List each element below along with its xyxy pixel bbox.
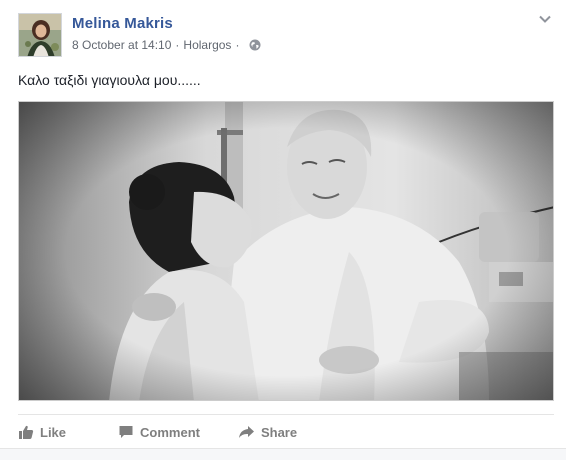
post-location[interactable]: Holargos <box>183 38 231 52</box>
post-timestamp[interactable]: 8 October at 14:10 <box>72 38 171 52</box>
share-icon <box>238 426 254 438</box>
globe-icon[interactable] <box>249 39 261 51</box>
photo-image <box>19 102 553 400</box>
post-card: Melina Makris 8 October at 14:10 · Holar… <box>0 0 566 460</box>
like-label: Like <box>40 424 67 440</box>
author-name-link[interactable]: Melina Makris <box>72 15 173 32</box>
post-meta: 8 October at 14:10 · Holargos · <box>72 38 261 52</box>
post-photo[interactable] <box>18 101 554 401</box>
meta-separator: · <box>175 38 180 52</box>
like-button[interactable]: Like <box>18 424 66 440</box>
comment-button[interactable]: Comment <box>118 424 200 440</box>
thumbs-up-icon <box>19 425 34 439</box>
actions-divider <box>18 414 554 415</box>
share-button[interactable]: Share <box>238 424 297 440</box>
post-caption: Καλο ταξιδι γιαγιουλα μου...... <box>18 72 201 88</box>
chevron-down-icon[interactable] <box>538 12 552 26</box>
action-bar: Like Comment Share <box>18 420 554 444</box>
comment-label: Comment <box>140 424 200 440</box>
post-footer-bar <box>0 448 566 460</box>
avatar[interactable] <box>18 13 62 57</box>
meta-separator-2: · <box>235 38 240 52</box>
share-label: Share <box>260 424 298 440</box>
avatar-image <box>19 14 61 56</box>
comment-icon <box>119 426 133 438</box>
